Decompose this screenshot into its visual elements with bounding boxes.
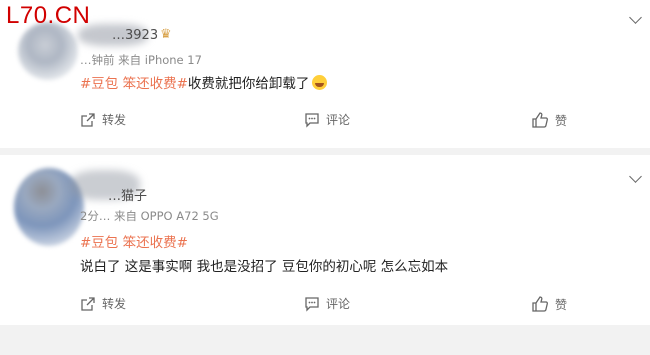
forward-button[interactable]: 转发: [80, 111, 126, 128]
watermark: L70.CN: [6, 2, 91, 29]
comment-card: …3923 ♛ …钟前 来自 iPhone 17 #豆包 笨还收费#收费就把你给…: [0, 0, 650, 148]
like-icon: [531, 111, 549, 129]
crown-icon: ♛: [160, 27, 172, 42]
forward-icon: [80, 296, 96, 312]
forward-label: 转发: [102, 297, 127, 311]
comment-body: 收费就把你给卸载了: [187, 76, 310, 92]
laughing-emoji-icon: [312, 75, 328, 90]
comment-body: 说白了 这是事实啊 我也是没招了 豆包你的初心呢 怎么忘如本: [80, 259, 449, 275]
like-button[interactable]: 赞: [531, 295, 567, 313]
comment-label: 评论: [326, 297, 351, 311]
username[interactable]: …3923: [112, 28, 158, 43]
forward-button[interactable]: 转发: [80, 295, 126, 312]
forward-icon: [80, 112, 96, 128]
comment-button[interactable]: 评论: [304, 111, 350, 128]
avatar[interactable]: [18, 22, 78, 80]
username[interactable]: …猫子: [108, 185, 147, 204]
comment-icon: [304, 296, 320, 312]
hashtag-link[interactable]: #豆包 笨还收费#: [80, 231, 188, 251]
like-label: 赞: [555, 297, 568, 312]
comment-button[interactable]: 评论: [304, 295, 350, 312]
expand-chevron-icon[interactable]: [629, 11, 642, 24]
comment-text: #豆包 笨还收费#收费就把你给卸载了: [80, 72, 328, 92]
like-button[interactable]: 赞: [531, 111, 567, 129]
forward-label: 转发: [102, 113, 127, 127]
like-label: 赞: [555, 113, 568, 128]
comment-icon: [304, 112, 320, 128]
like-icon: [531, 295, 549, 313]
post-meta: …钟前 来自 iPhone 17: [80, 53, 202, 67]
comment-label: 评论: [326, 113, 351, 127]
hashtag-link[interactable]: #豆包 笨还收费#: [80, 76, 188, 92]
post-meta: 2分… 来自 OPPO A72 5G: [80, 209, 219, 223]
